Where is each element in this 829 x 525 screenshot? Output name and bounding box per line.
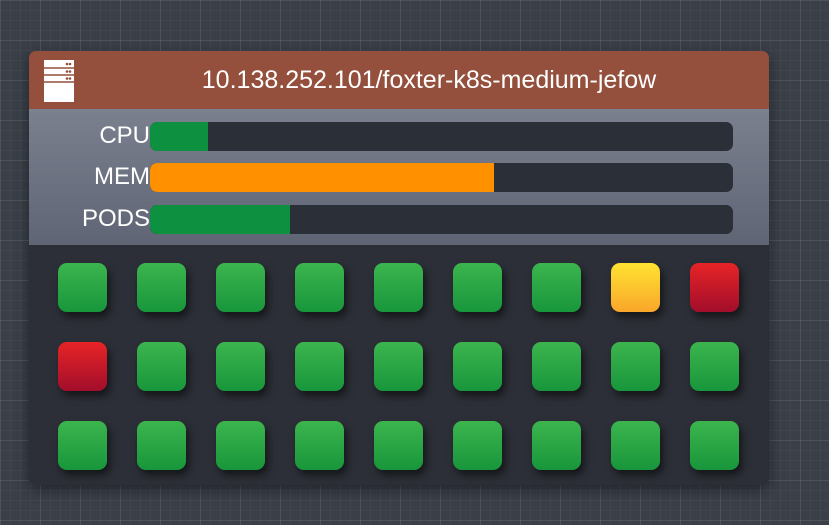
pod-tile-ok[interactable] [137,263,186,312]
pod-tile-ok[interactable] [611,421,660,470]
server-icon [44,60,74,102]
metric-label-cpu: CPU [99,122,150,149]
node-card[interactable]: 10.138.252.101/foxter-k8s-medium-jefow C… [29,51,769,485]
pod-tile-ok[interactable] [453,342,502,391]
pod-tile-err[interactable] [690,263,739,312]
pod-tile-ok[interactable] [374,421,423,470]
metric-bar-mem [150,163,733,192]
pod-tile-ok[interactable] [374,263,423,312]
pod-tile-ok[interactable] [532,263,581,312]
metric-row-mem: MEM [29,162,769,192]
metric-fill-cpu [150,122,209,151]
metric-fill-mem [150,163,494,192]
pod-tile-ok[interactable] [216,342,265,391]
metrics-panel: CPU MEM PODS [29,109,769,245]
pods-grid [29,245,769,485]
pod-tile-ok[interactable] [374,342,423,391]
pod-tile-ok[interactable] [216,421,265,470]
metric-bar-cpu [150,122,733,151]
pod-tile-ok[interactable] [58,421,107,470]
pod-tile-ok[interactable] [216,263,265,312]
pod-tile-ok[interactable] [137,421,186,470]
metric-bar-pods [150,205,733,234]
pod-tile-ok[interactable] [453,263,502,312]
metric-label-pods: PODS [81,205,150,232]
metric-row-cpu: CPU [29,121,769,151]
pod-tile-ok[interactable] [295,263,344,312]
pod-tile-err[interactable] [58,342,107,391]
pod-tile-ok[interactable] [532,342,581,391]
pod-tile-ok[interactable] [295,421,344,470]
pod-tile-ok[interactable] [58,263,107,312]
pod-tile-ok[interactable] [295,342,344,391]
pod-tile-ok[interactable] [690,421,739,470]
pod-tile-ok[interactable] [137,342,186,391]
pod-tile-ok[interactable] [453,421,502,470]
metric-row-pods: PODS [29,204,769,234]
metric-fill-pods [150,205,290,234]
pod-tile-ok[interactable] [690,342,739,391]
node-title: 10.138.252.101/foxter-k8s-medium-jefow [201,66,657,94]
node-header: 10.138.252.101/foxter-k8s-medium-jefow [29,51,769,109]
pod-tile-warn[interactable] [611,263,660,312]
pod-tile-ok[interactable] [532,421,581,470]
pod-tile-ok[interactable] [611,342,660,391]
metric-label-mem: MEM [94,163,150,190]
